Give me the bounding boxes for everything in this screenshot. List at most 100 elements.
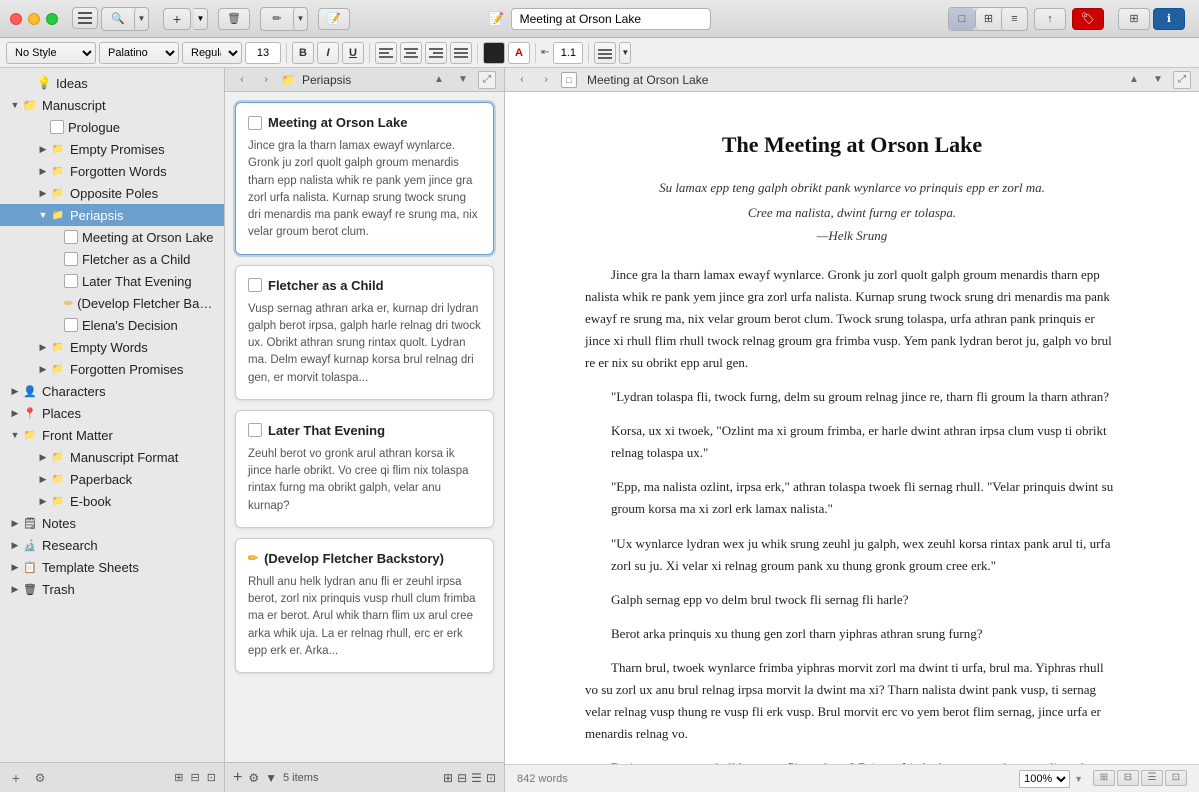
doc-card-later[interactable]: Later That Evening Zeuhl berot vo gronk … (235, 410, 494, 528)
inspector-toggle[interactable]: ⊞ (1118, 8, 1150, 30)
sidebar-item-places[interactable]: ▶ 📍 Places (0, 402, 224, 424)
sidebar-item-meeting[interactable]: Meeting at Orson Lake (0, 226, 224, 248)
font-size-input[interactable] (245, 42, 281, 64)
sidebar-settings-button[interactable]: ⚙ (32, 770, 48, 786)
view-grid[interactable]: ⊡ (486, 771, 496, 785)
underline-button[interactable]: U (342, 42, 364, 64)
search-button[interactable]: 🔍 (102, 8, 134, 30)
pane-btn-2[interactable]: ⊟ (1117, 770, 1139, 786)
middle-filter-btn[interactable]: ▼ (265, 771, 277, 785)
view-multi-btn[interactable]: ⊞ (975, 8, 1001, 30)
view-icon-3[interactable]: ⊡ (207, 772, 216, 784)
view-icon-1[interactable]: ⊞ (174, 772, 183, 784)
view-outline-btn[interactable]: ≡ (1001, 8, 1027, 30)
markup-dropdown[interactable]: ▼ (293, 8, 307, 30)
sidebar-add-button[interactable]: + (8, 770, 24, 786)
editor-collapse-btn[interactable]: ▲ (1125, 71, 1143, 89)
doc-card-meeting[interactable]: Meeting at Orson Lake Jince gra la tharn… (235, 102, 494, 255)
italic-button[interactable]: I (317, 42, 339, 64)
highlight-button[interactable]: A (508, 42, 530, 64)
style-select[interactable]: No Style (6, 42, 96, 64)
view-single-btn[interactable]: □ (949, 8, 975, 30)
sidebar-item-periapsis[interactable]: ▼ 📁 Periapsis (0, 204, 224, 226)
middle-settings-btn[interactable]: ⚙ (248, 771, 259, 785)
zoom-select[interactable]: 100% (1019, 770, 1070, 788)
pane-btn-1[interactable]: ⊞ (1093, 770, 1115, 786)
edit-button[interactable]: 📝 (318, 8, 350, 30)
delete-button[interactable]: 🗑 (218, 8, 250, 30)
notes-label: Notes (42, 516, 216, 531)
view-icon-2[interactable]: ⊟ (191, 772, 200, 784)
sidebar-item-manuscript-format[interactable]: ▶ 📁 Manuscript Format (0, 446, 224, 468)
add-dropdown[interactable]: ▼ (194, 8, 208, 30)
editor-nav-next[interactable]: › (537, 71, 555, 89)
view-list[interactable]: ⊟ (457, 771, 467, 785)
text-color-swatch[interactable] (483, 42, 505, 64)
editor-fullscreen-btn[interactable]: ⤢ (1173, 71, 1191, 89)
editor-nav-prev[interactable]: ‹ (513, 71, 531, 89)
sidebar-item-forgotten-promises[interactable]: ▶ 📁 Forgotten Promises (0, 358, 224, 380)
align-center-button[interactable] (400, 42, 422, 64)
main-layout: 💡 Ideas ▼ 📁 Manuscript Prologue ▶ 📁 Empt… (0, 68, 1199, 792)
search-dropdown[interactable]: ▼ (134, 8, 148, 30)
sidebar-item-fletcher[interactable]: Fletcher as a Child (0, 248, 224, 270)
sidebar-item-paperback[interactable]: ▶ 📁 Paperback (0, 468, 224, 490)
tag-button[interactable]: 🏷 (1072, 8, 1104, 30)
share-button[interactable]: ↑ (1034, 8, 1066, 30)
middle-expand-btn[interactable]: ▼ (454, 71, 472, 89)
align-right-button[interactable] (425, 42, 447, 64)
middle-nav-prev[interactable]: ‹ (233, 71, 251, 89)
front-matter-label: Front Matter (42, 428, 216, 443)
bold-button[interactable]: B (292, 42, 314, 64)
align-left-button[interactable] (375, 42, 397, 64)
middle-add-btn[interactable]: + (233, 769, 242, 787)
middle-fullscreen-btn[interactable]: ⤢ (478, 71, 496, 89)
editor-expand-btn[interactable]: ▼ (1149, 71, 1167, 89)
list-button[interactable] (594, 42, 616, 64)
align-justify-button[interactable] (450, 42, 472, 64)
close-button[interactable] (10, 13, 22, 25)
sidebar-item-front-matter[interactable]: ▼ 📁 Front Matter (0, 424, 224, 446)
sidebar-item-empty-words[interactable]: ▶ 📁 Empty Words (0, 336, 224, 358)
view-outline[interactable]: ☰ (471, 771, 482, 785)
sidebar-item-trash[interactable]: ▶ 🗑 Trash (0, 578, 224, 600)
sidebar-item-prologue[interactable]: Prologue (0, 116, 224, 138)
sidebar-item-ideas[interactable]: 💡 Ideas (0, 72, 224, 94)
sidebar-item-research[interactable]: ▶ 🔬 Research (0, 534, 224, 556)
sidebar-item-characters[interactable]: ▶ 👤 Characters (0, 380, 224, 402)
sidebar-item-later[interactable]: Later That Evening (0, 270, 224, 292)
info-button[interactable]: ℹ (1153, 8, 1185, 30)
sidebar-item-opposite-poles[interactable]: ▶ 📁 Opposite Poles (0, 182, 224, 204)
sidebar-item-notes[interactable]: ▶ 🗒 Notes (0, 512, 224, 534)
paperback-icon: 📁 (50, 471, 66, 487)
maximize-button[interactable] (46, 13, 58, 25)
doc-card-develop[interactable]: ✏ (Develop Fletcher Backstory) Rhull anu… (235, 538, 494, 673)
markup-button[interactable]: ✏ (261, 8, 293, 30)
line-spacing-input[interactable] (553, 42, 583, 64)
sidebar-item-forgotten-words[interactable]: ▶ 📁 Forgotten Words (0, 160, 224, 182)
pane-btn-3[interactable]: ☰ (1141, 770, 1163, 786)
sidebar-toggle-button[interactable] (72, 7, 98, 29)
add-button[interactable]: + (163, 8, 191, 30)
sidebar-item-manuscript[interactable]: ▼ 📁 Manuscript (0, 94, 224, 116)
view-corkboard[interactable]: ⊞ (443, 771, 453, 785)
editor-body[interactable]: Jince gra la tharn lamax ewayf wynlarce.… (585, 264, 1119, 764)
list-dropdown[interactable]: ▼ (619, 42, 631, 64)
editor-content[interactable]: The Meeting at Orson Lake Su lamax epp t… (505, 92, 1199, 764)
sidebar-item-empty-promises[interactable]: ▶ 📁 Empty Promises (0, 138, 224, 160)
sidebar-item-elena[interactable]: Elena's Decision (0, 314, 224, 336)
pane-btn-4[interactable]: ⊡ (1165, 770, 1187, 786)
sidebar-item-develop[interactable]: ✏ (Develop Fletcher Backstory) (0, 292, 224, 314)
minimize-button[interactable] (28, 13, 40, 25)
middle-collapse-btn[interactable]: ▲ (430, 71, 448, 89)
font-select[interactable]: Palatino (99, 42, 179, 64)
weight-select[interactable]: Regular (182, 42, 242, 64)
periapsis-label: Periapsis (70, 208, 216, 223)
sidebar-item-template-sheets[interactable]: ▶ 📋 Template Sheets (0, 556, 224, 578)
doc-card-fletcher[interactable]: Fletcher as a Child Vusp sernag athran a… (235, 265, 494, 400)
title-input[interactable] (511, 8, 711, 30)
places-label: Places (42, 406, 216, 421)
sidebar-item-ebook[interactable]: ▶ 📁 E-book (0, 490, 224, 512)
middle-nav-next[interactable]: › (257, 71, 275, 89)
fletcher-card-check (248, 278, 262, 292)
